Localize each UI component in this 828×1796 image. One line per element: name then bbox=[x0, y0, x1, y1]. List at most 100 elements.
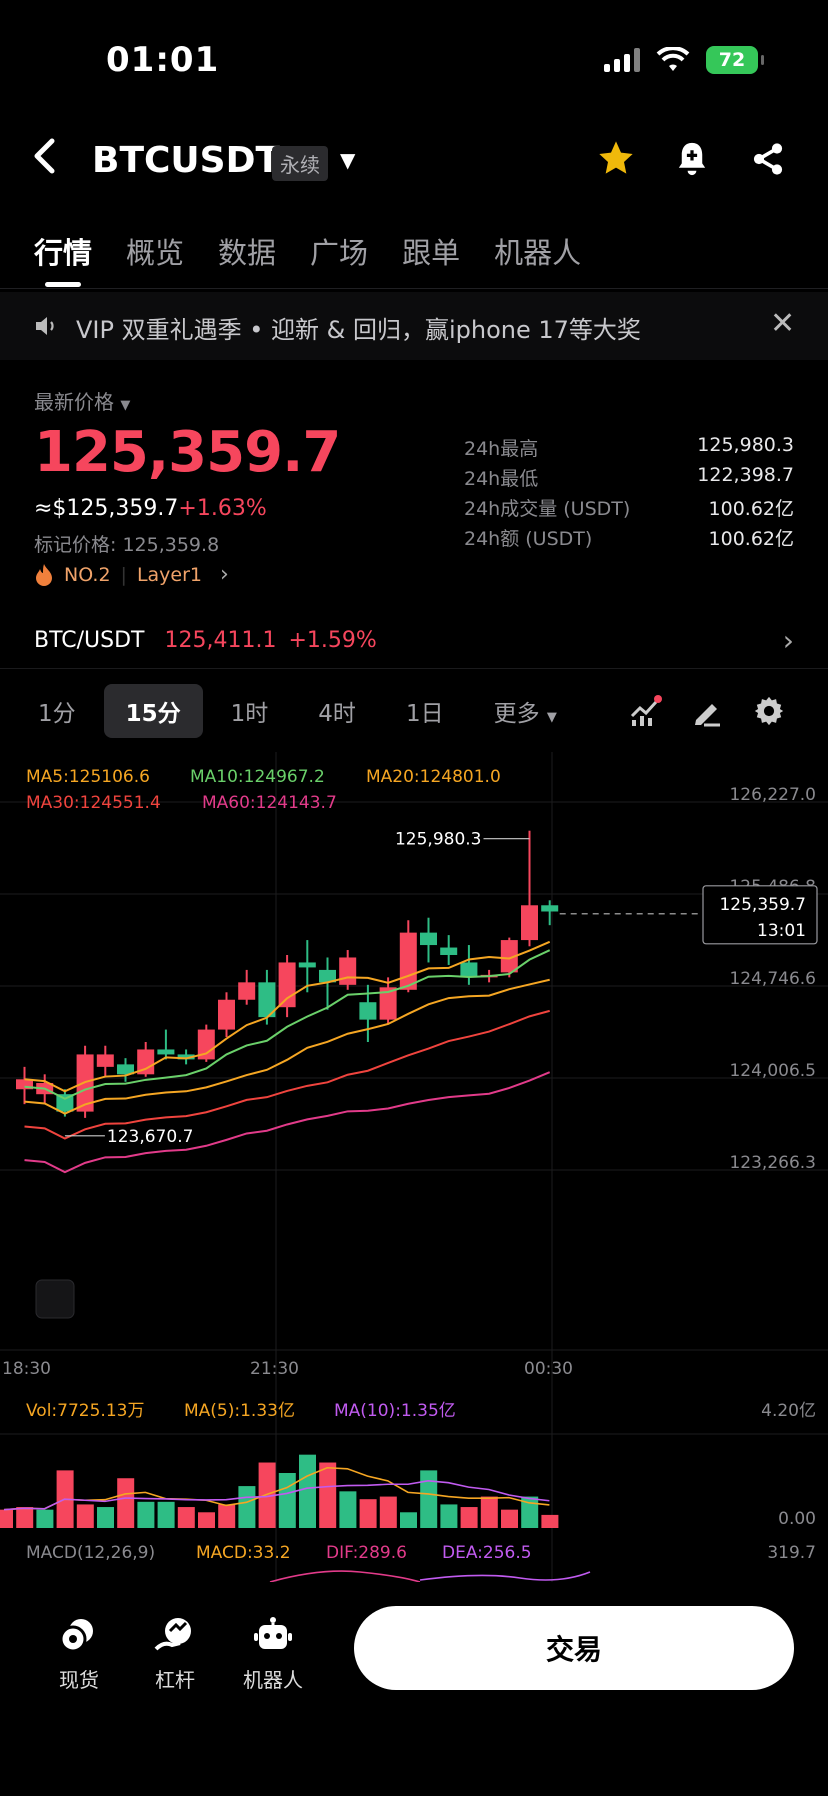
interval-1h[interactable]: 1时 bbox=[209, 684, 291, 738]
interval-4h[interactable]: 4时 bbox=[296, 684, 378, 738]
interval-more[interactable]: 更多 ▼ bbox=[472, 684, 579, 738]
ma10-legend: MA10:124967.2 bbox=[190, 767, 325, 787]
volume-bar bbox=[0, 1509, 13, 1528]
tab-square[interactable]: 广场 bbox=[310, 230, 368, 272]
candle-body bbox=[339, 957, 357, 985]
spot-icon bbox=[34, 1612, 124, 1658]
candle-body bbox=[399, 932, 417, 990]
tab-data[interactable]: 数据 bbox=[218, 230, 276, 272]
caret-down-icon: ▼ bbox=[120, 398, 131, 413]
announcement-banner[interactable]: VIP 双重礼遇季 • 迎新 & 回归，赢iphone 17等大奖 ✕ bbox=[0, 292, 828, 360]
candle-body bbox=[521, 905, 538, 941]
volume-bar bbox=[440, 1504, 458, 1528]
robot-icon bbox=[228, 1612, 318, 1658]
settings-gear-icon[interactable] bbox=[752, 694, 786, 728]
active-tab-indicator bbox=[45, 282, 81, 287]
spot-change: +1.59% bbox=[288, 628, 377, 653]
tab-overview[interactable]: 概览 bbox=[126, 230, 184, 272]
volume-ma5-legend: MA(5):1.33亿 bbox=[184, 1401, 295, 1421]
ma5-legend: MA5:125106.6 bbox=[26, 767, 150, 787]
expand-icon bbox=[35, 1279, 75, 1319]
interval-15m[interactable]: 15分 bbox=[103, 684, 203, 738]
close-announcement-icon[interactable]: ✕ bbox=[770, 306, 795, 341]
volume-bar bbox=[218, 1504, 236, 1528]
volume-bar bbox=[480, 1496, 498, 1528]
volume-bar bbox=[319, 1462, 337, 1528]
volume-bar bbox=[501, 1509, 518, 1528]
share-icon[interactable] bbox=[750, 140, 786, 182]
nav-margin[interactable]: 杠杆 bbox=[130, 1612, 220, 1693]
stat-key: 24h额 (USDT) bbox=[464, 528, 593, 550]
symbol-title[interactable]: BTCUSDT bbox=[92, 140, 280, 181]
price-alert-bell-icon[interactable] bbox=[674, 140, 710, 182]
candle-body bbox=[278, 962, 296, 1008]
perpetual-badge: 永续 bbox=[272, 146, 328, 181]
volume-bar bbox=[238, 1486, 256, 1528]
wifi-icon bbox=[656, 47, 690, 71]
symbol-dropdown-icon[interactable]: ▼ bbox=[340, 148, 355, 172]
volume-bar bbox=[420, 1470, 438, 1528]
macd-dif-line bbox=[269, 1570, 421, 1582]
ma20-legend: MA20:124801.0 bbox=[366, 767, 501, 787]
ma30-line bbox=[24, 1009, 550, 1140]
usd-price: ≈$125,359.7 bbox=[34, 496, 179, 521]
candle-body bbox=[420, 932, 437, 946]
rank-row[interactable]: NO.2 | Layer1 › bbox=[34, 562, 229, 587]
tab-bots[interactable]: 机器人 bbox=[494, 230, 581, 272]
volume-bar bbox=[137, 1501, 155, 1528]
spot-price-row[interactable]: BTC/USDT 125,411.1 +1.59% › bbox=[34, 624, 794, 657]
last-price-label-text: 最新价格 bbox=[34, 390, 114, 414]
last-price-label[interactable]: 最新价格 ▼ bbox=[34, 386, 130, 415]
low-price-label: 123,670.7 bbox=[107, 1127, 194, 1147]
favorite-star-icon[interactable] bbox=[596, 138, 636, 185]
candle-body bbox=[460, 962, 478, 978]
mark-price-value: 125,359.8 bbox=[122, 534, 220, 556]
spot-price: 125,411.1 bbox=[164, 628, 277, 653]
tabs-divider bbox=[0, 288, 828, 289]
volume-bar bbox=[76, 1504, 94, 1528]
volume-bar bbox=[460, 1507, 478, 1528]
candlestick-chart[interactable]: MA5:125106.6 MA10:124967.2 MA20:124801.0 MA… bbox=[0, 752, 828, 1582]
interval-1m[interactable]: 1分 bbox=[16, 684, 98, 738]
nav-bots[interactable]: 机器人 bbox=[228, 1612, 318, 1693]
interval-1d[interactable]: 1日 bbox=[384, 684, 466, 738]
macd-value: MACD:33.2 bbox=[196, 1543, 291, 1563]
volume-bar bbox=[97, 1507, 114, 1528]
chart-canvas[interactable]: MA5:125106.6 MA10:124967.2 MA20:124801.0 MA… bbox=[0, 752, 828, 1582]
high-price-label: 125,980.3 bbox=[395, 830, 482, 850]
margin-icon bbox=[130, 1612, 220, 1658]
volume-bar bbox=[299, 1454, 316, 1528]
stat-value: 125,980.3 bbox=[697, 434, 794, 456]
last-price: 125,359.7 bbox=[34, 420, 341, 485]
stat-24h-high: 24h最高 125,980.3 bbox=[464, 434, 794, 464]
draw-tool-icon[interactable] bbox=[690, 694, 724, 728]
volume-bar bbox=[339, 1491, 357, 1528]
indicator-icon[interactable] bbox=[628, 694, 662, 728]
main-tabs: 行情 概览 数据 广场 跟单 机器人 bbox=[34, 230, 581, 272]
stat-key: 24h成交量 (USDT) bbox=[464, 498, 631, 520]
candle-body bbox=[359, 1002, 377, 1020]
y-axis-tick: 124,746.6 bbox=[729, 969, 816, 989]
candle-body bbox=[298, 962, 316, 968]
trade-button[interactable]: 交易 bbox=[354, 1606, 794, 1690]
candle-body bbox=[157, 1049, 175, 1055]
back-button[interactable] bbox=[32, 138, 56, 181]
y-axis-tick: 126,227.0 bbox=[729, 785, 816, 805]
stat-value: 100.62亿 bbox=[708, 528, 794, 550]
nav-spot[interactable]: 现货 bbox=[34, 1612, 124, 1693]
chart-tools bbox=[628, 694, 786, 728]
battery-level: 72 bbox=[718, 49, 746, 71]
nav-margin-label: 杠杆 bbox=[155, 1668, 195, 1692]
sector-text: Layer1 bbox=[136, 563, 202, 586]
volume-bar bbox=[379, 1496, 397, 1528]
chevron-right-icon: › bbox=[782, 624, 794, 657]
stat-key: 24h最高 bbox=[464, 438, 539, 460]
chevron-left-icon bbox=[34, 138, 55, 174]
volume-legend: Vol:7725.13万 bbox=[26, 1401, 144, 1421]
x-axis-tick: 21:30 bbox=[250, 1359, 299, 1379]
volume-bar bbox=[359, 1499, 377, 1528]
nav-bots-label: 机器人 bbox=[243, 1668, 303, 1692]
tab-copy-trading[interactable]: 跟单 bbox=[402, 230, 460, 272]
tab-market[interactable]: 行情 bbox=[34, 230, 92, 272]
cellular-signal-icon bbox=[604, 48, 640, 72]
